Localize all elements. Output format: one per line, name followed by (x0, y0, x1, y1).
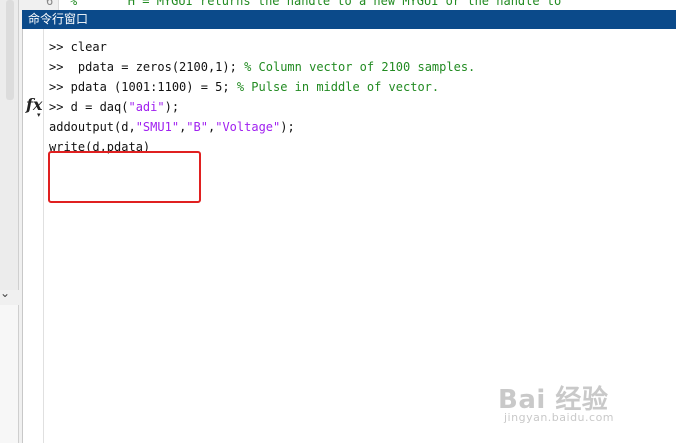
fx-gutter: fx ▾ (23, 29, 44, 443)
code-text: clear (63, 40, 107, 54)
command-line: addoutput(d,"SMU1","B","Voltage"); (49, 117, 475, 137)
code-string: "SMU1" (135, 120, 180, 134)
code-comment: % Pulse in middle of vector. (236, 80, 440, 94)
command-line: >> d = daq("adi"); (49, 97, 475, 117)
left-panel-upper (0, 0, 19, 290)
code-text: d = daq( (63, 100, 129, 114)
chevron-right-icon[interactable]: ⌄ (0, 286, 12, 300)
prompt: >> (49, 40, 64, 54)
code-text: pdata (1001:1100) = 5; (63, 80, 237, 94)
prompt: >> (49, 80, 64, 94)
annotation-highlight-box (48, 151, 201, 203)
command-line: >> pdata (1001:1100) = 5; % Pulse in mid… (49, 77, 475, 97)
code-text: pdata = zeros(2100,1); (63, 60, 245, 74)
editor-line-number: 6 (46, 0, 54, 8)
code-string: "Voltage" (215, 120, 281, 134)
command-history[interactable]: >> clear >> pdata = zeros(2100,1); % Colu… (49, 37, 475, 157)
code-text: ); (280, 120, 295, 134)
command-window-title[interactable]: 命令行窗口 (22, 10, 676, 29)
left-panel-strip: ⌄ (0, 0, 23, 443)
code-comment: % Column vector of 2100 samples. (244, 60, 476, 74)
dropdown-arrow-icon[interactable]: ▾ (37, 111, 41, 119)
watermark-logo: Bai 经验 jingyan.baidu.com (498, 379, 648, 427)
left-scrollbar[interactable] (6, 0, 14, 100)
editor-line-text: % H = MYGUI returns the handle to a new … (70, 0, 562, 8)
command-line: >> clear (49, 37, 475, 57)
code-text: ); (164, 100, 180, 114)
watermark-sub-text: jingyan.baidu.com (504, 411, 615, 424)
code-string: "adi" (128, 100, 165, 114)
prompt: >> (49, 100, 64, 114)
left-panel-lower (0, 305, 19, 443)
prompt: >> (49, 60, 64, 74)
code-string: "B" (186, 120, 208, 134)
code-text: addoutput(d, (49, 120, 136, 134)
command-line: >> pdata = zeros(2100,1); % Column vecto… (49, 57, 475, 77)
